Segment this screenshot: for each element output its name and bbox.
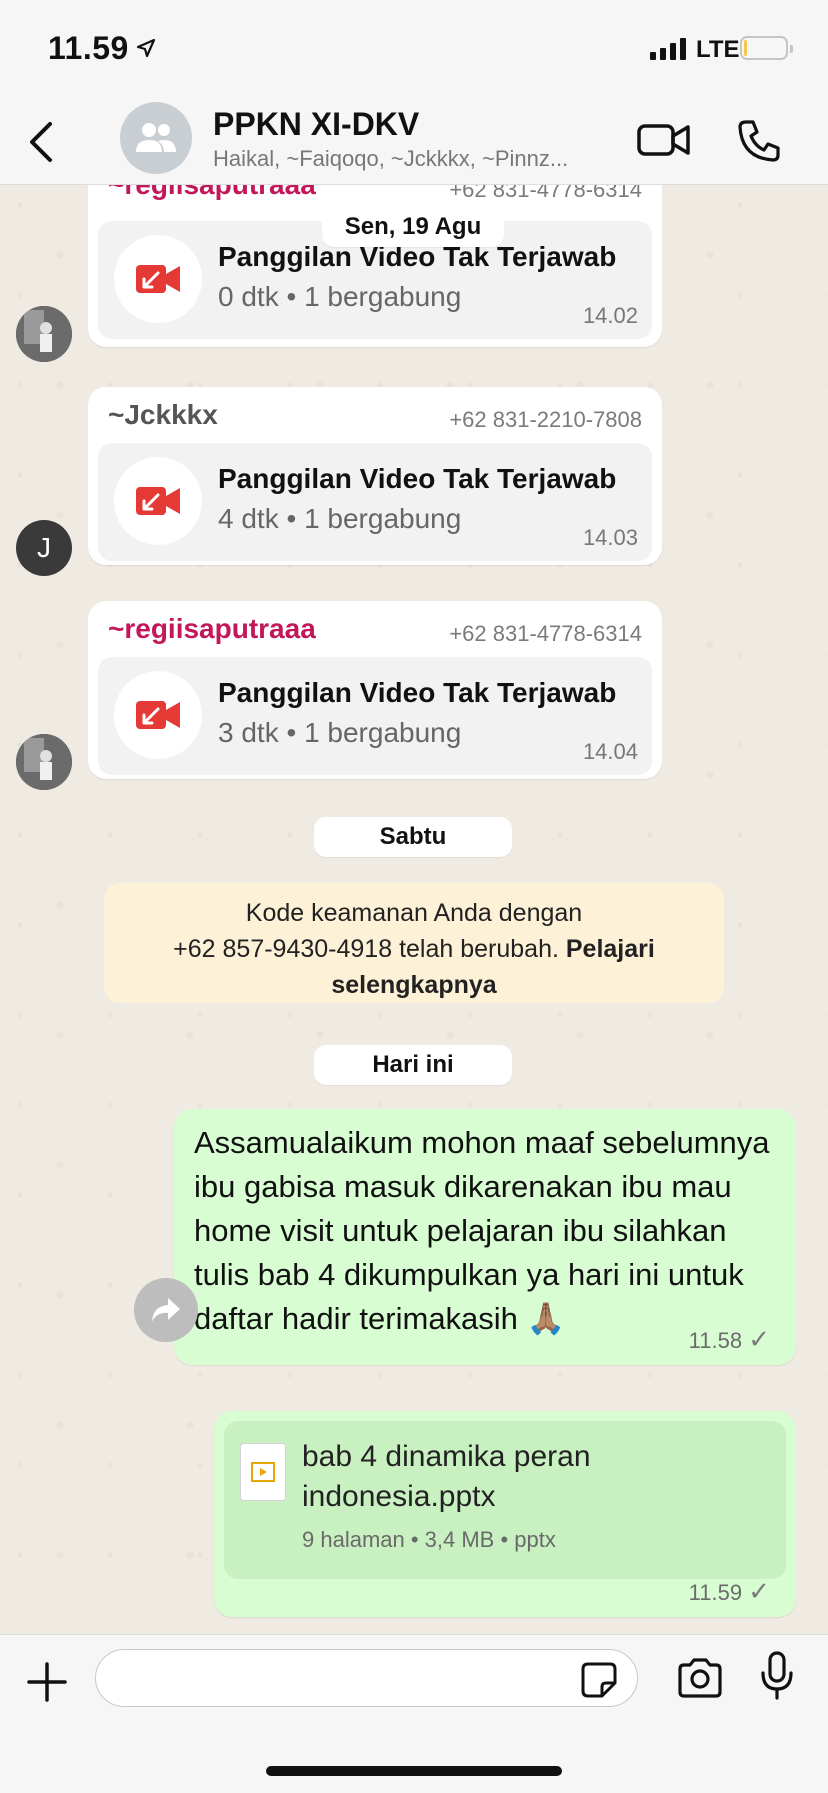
chat-area[interactable]: ~regiisaputraaa +62 831-4778-6314 Panggi… [0,185,828,1633]
missed-video-call-icon [136,265,180,293]
sender-name[interactable]: ~Jckkkx [108,399,218,431]
profile-photo [16,734,72,790]
message-meta: 11.58 ✓ [689,1324,770,1355]
sender-phone: +62 831-4778-6314 [449,621,642,646]
security-code-notice[interactable]: Kode keamanan Anda dengan +62 857-9430-4… [104,883,724,1003]
battery-icon [740,36,793,60]
sender-phone: +62 831-4778-6314 [449,185,642,202]
call-details: 4 dtk • 1 bergabung [218,503,462,534]
battery-level [744,40,747,56]
learn-more-link-continued[interactable]: selengkapnya [331,971,496,999]
incoming-call-message[interactable]: ~Jckkkx +62 831-2210-7808 Panggilan Vide… [88,387,662,565]
incoming-call-message[interactable]: ~regiisaputraaa +62 831-4778-6314 Panggi… [88,601,662,779]
outgoing-file-message[interactable]: bab 4 dinamika peran indonesia.pptx 9 ha… [214,1411,796,1617]
message-time: 14.02 [582,303,638,328]
file-info: 9 halaman • 3,4 MB • pptx [302,1527,556,1552]
date-separator-saturday: Sabtu [314,817,512,857]
network-type: LTE [696,36,740,63]
group-avatar[interactable] [120,102,192,174]
message-time: 14.04 [582,739,638,764]
video-call-icon[interactable] [636,120,692,160]
message-time: 14.03 [582,525,638,550]
security-notice-line2: +62 857-9430-4918 telah berubah. Pelajar… [104,931,724,967]
date-separator-today: Hari ini [314,1045,512,1085]
sticker-icon[interactable] [580,1661,618,1699]
sender-avatar[interactable]: J [16,520,72,576]
message-time: 11.58 [688,1328,743,1353]
message-meta: 11.59 ✓ [689,1576,770,1607]
sender-avatar[interactable] [16,734,72,790]
security-notice-line1: Kode keamanan Anda dengan [245,899,583,927]
back-chevron-icon[interactable] [22,120,62,164]
file-name: bab 4 dinamika peran indonesia.pptx [302,1440,591,1513]
forward-button[interactable] [134,1278,198,1342]
call-details: 0 dtk • 1 bergabung [218,281,462,312]
call-details: 3 dtk • 1 bergabung [218,717,462,748]
microphone-icon[interactable] [760,1651,794,1701]
learn-more-link[interactable]: Pelajari [566,935,655,963]
sender-phone: +62 831-2210-7808 [449,407,642,432]
sent-check-icon: ✓ [748,1576,770,1606]
missed-video-call-card[interactable]: Panggilan Video Tak Terjawab 4 dtk • 1 b… [98,443,652,561]
status-bar: 11.59 LTE [0,0,828,100]
missed-video-call-card[interactable]: Panggilan Video Tak Terjawab 3 dtk • 1 b… [98,657,652,775]
chat-header: PPKN XI-DKV Haikal, ~Faiqoqo, ~Jckkkx, ~… [0,100,828,185]
security-notice-text: +62 857-9430-4918 telah berubah. [173,935,559,963]
message-text: Assamualaikum mohon maaf sebelumnya ibu … [194,1125,770,1336]
signal-icon [650,38,686,60]
missed-video-call-icon [136,701,180,729]
date-separator-sticky: Sen, 19 Agu [322,207,504,247]
chat-title[interactable]: PPKN XI-DKV [213,106,419,143]
missed-video-call-icon [136,487,180,515]
call-title: Panggilan Video Tak Terjawab [218,677,617,708]
message-input[interactable] [95,1649,638,1707]
sender-name[interactable]: ~regiisaputraaa [108,613,316,645]
sender-avatar[interactable] [16,306,72,362]
sent-check-icon: ✓ [748,1324,770,1354]
call-icon-wrapper [114,671,202,759]
chat-members[interactable]: Haikal, ~Faiqoqo, ~Jckkkx, ~Pinnz... [213,146,633,172]
file-attachment-card[interactable]: bab 4 dinamika peran indonesia.pptx 9 ha… [224,1421,786,1579]
status-time: 11.59 [48,30,129,66]
call-icon-wrapper [114,235,202,323]
sender-name[interactable]: ~regiisaputraaa [108,185,316,201]
call-title: Panggilan Video Tak Terjawab [218,463,617,494]
location-arrow-icon [136,38,156,58]
outgoing-text-message[interactable]: Assamualaikum mohon maaf sebelumnya ibu … [174,1109,796,1365]
home-indicator[interactable] [266,1766,562,1776]
plus-icon[interactable] [26,1661,68,1703]
phone-call-icon[interactable] [736,118,782,164]
group-people-icon [136,123,176,152]
pptx-file-icon [240,1443,286,1501]
forward-arrow-icon [152,1298,180,1322]
camera-icon[interactable] [676,1657,724,1699]
profile-photo [16,306,72,362]
message-time: 11.59 [688,1580,743,1605]
call-icon-wrapper [114,457,202,545]
